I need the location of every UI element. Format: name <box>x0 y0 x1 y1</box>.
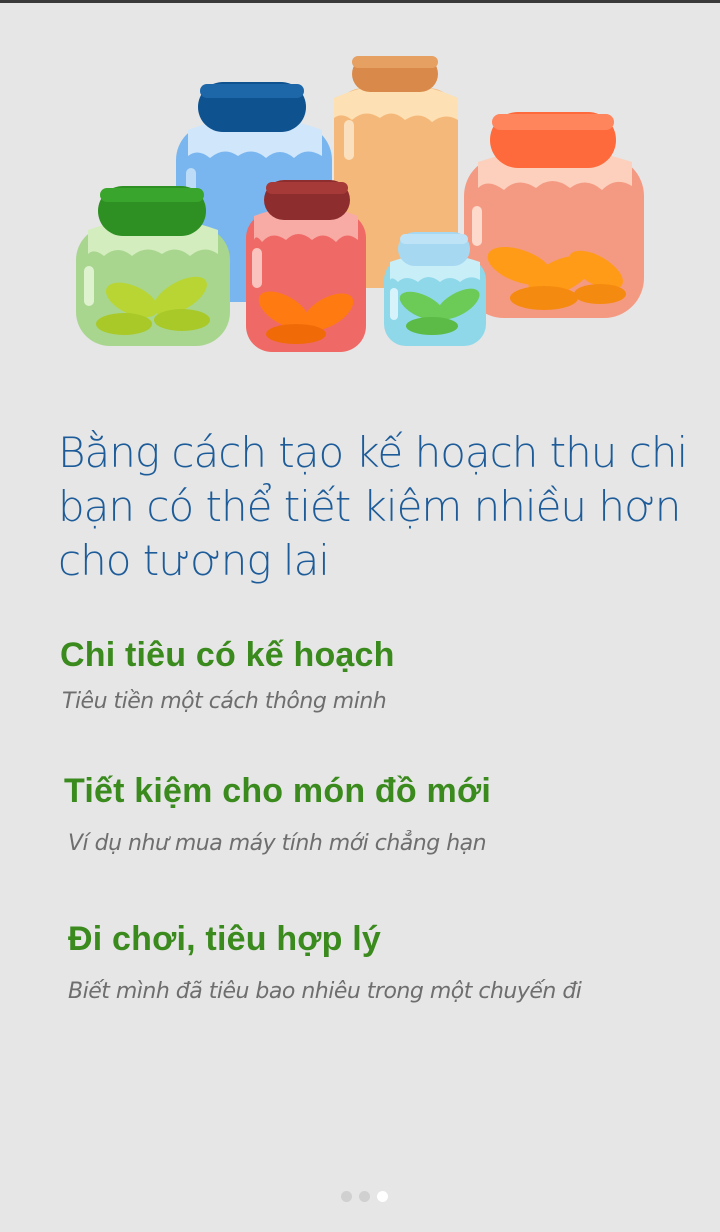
feature-planned-spending: Chi tiêu có kế hoạch Tiêu tiền một cách … <box>60 636 395 714</box>
savings-jars-illustration <box>76 56 644 352</box>
page-dot-3[interactable] <box>376 1191 388 1202</box>
feature-subtitle: Tiêu tiền một cách thông minh <box>62 689 387 714</box>
feature-subtitle: Biết mình đã tiêu bao nhiêu trong một ch… <box>68 979 582 1004</box>
feature-save-for-new-item: Tiết kiệm cho món đồ mới Ví dụ như mua m… <box>64 772 491 856</box>
feature-title: Chi tiêu có kế hoạch <box>60 636 395 674</box>
feature-title: Đi chơi, tiêu hợp lý <box>68 920 382 958</box>
status-bar-edge <box>0 0 720 3</box>
salmon-jar-icon <box>464 112 644 318</box>
page-dot-1[interactable] <box>340 1191 352 1202</box>
feature-subtitle: Ví dụ như mua máy tính mới chẳng hạn <box>68 831 487 856</box>
page-dot-2[interactable] <box>358 1191 370 1202</box>
intro-headline: Bằng cách tạo kế hoạch thu chi bạn có th… <box>58 428 688 585</box>
page-indicator <box>0 1191 720 1205</box>
feature-travel-spending: Đi chơi, tiêu hợp lý Biết mình đã tiêu b… <box>68 920 582 1004</box>
feature-title: Tiết kiệm cho món đồ mới <box>64 772 491 810</box>
